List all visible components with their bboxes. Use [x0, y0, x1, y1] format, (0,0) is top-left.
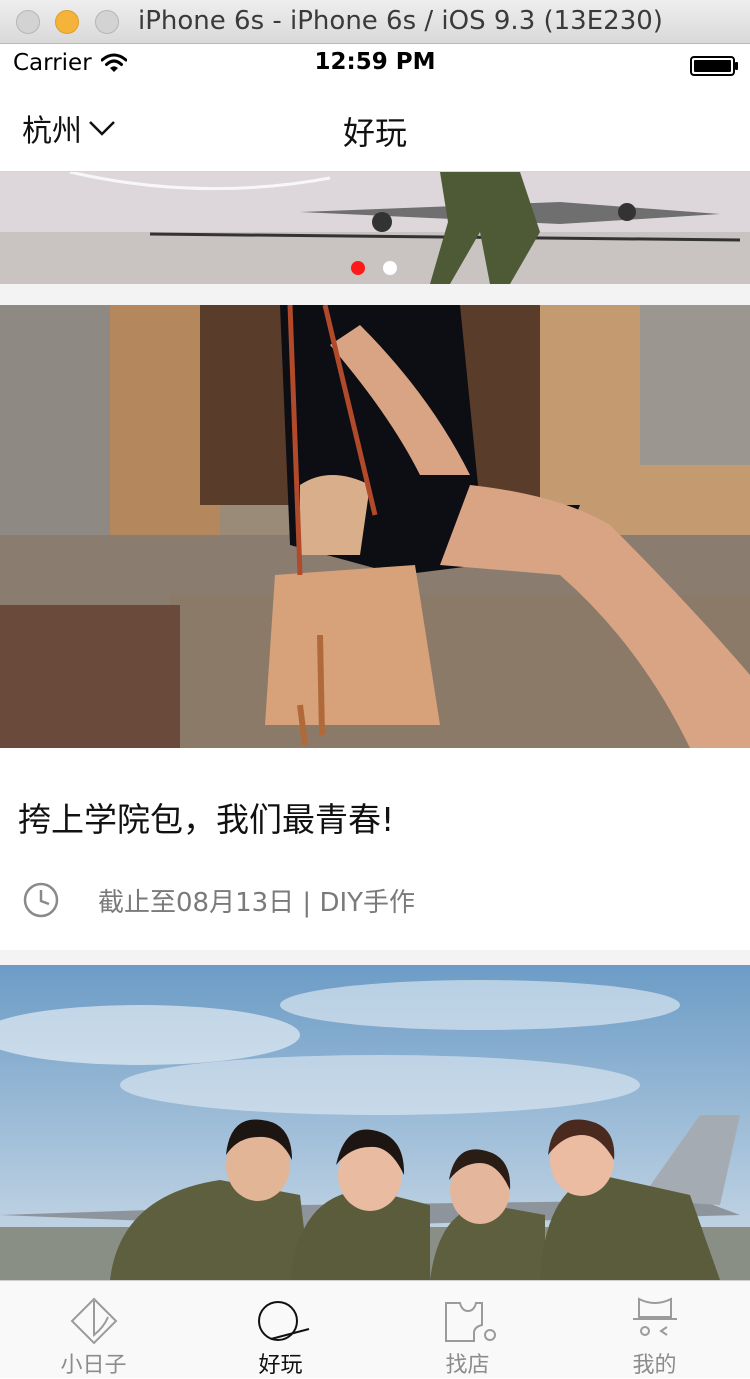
tab-label: 我的	[632, 1353, 677, 1378]
tab-xiaorizi[interactable]: 小日子	[0, 1281, 187, 1379]
page-title: 好玩	[342, 114, 407, 152]
page-dot[interactable]	[383, 261, 397, 275]
window-close-button[interactable]	[16, 10, 40, 34]
page-control[interactable]	[351, 261, 415, 275]
tab-haowan[interactable]: 好玩	[187, 1281, 374, 1379]
circle-swoosh-icon	[257, 1301, 309, 1341]
battery-icon	[690, 56, 738, 76]
activity-card-image	[0, 305, 750, 748]
hat-face-icon	[632, 1297, 677, 1336]
activity-card-image	[0, 965, 750, 1280]
navigation-bar: 杭州 好玩	[0, 86, 750, 172]
tab-wode[interactable]: 我的	[561, 1281, 748, 1379]
activity-deadline-category: 截止至08月13日 | DIY手作	[98, 887, 416, 918]
feed-scroll-view[interactable]: 挎上学院包，我们最青春! 截止至08月13日 | DIY手作	[0, 172, 750, 1280]
activity-card[interactable]: 挎上学院包，我们最青春! 截止至08月13日 | DIY手作	[0, 305, 750, 950]
activity-card[interactable]	[0, 965, 750, 1280]
page-dot-active[interactable]	[351, 261, 365, 275]
tab-label: 好玩	[258, 1353, 303, 1378]
status-bar: Carrier 12:59 PM	[0, 44, 750, 86]
banner-carousel[interactable]	[0, 172, 750, 284]
simulator-title: iPhone 6s - iPhone 6s / iOS 9.3 (13E230)	[138, 6, 663, 36]
puzzle-piece-icon	[444, 1302, 496, 1342]
tab-label: 小日子	[60, 1353, 127, 1378]
tab-zhaodian[interactable]: 找店	[374, 1281, 561, 1379]
activity-title[interactable]: 挎上学院包，我们最青春!	[18, 793, 394, 841]
window-minimize-button[interactable]	[55, 10, 79, 34]
window-zoom-button[interactable]	[95, 10, 119, 34]
activity-meta: 截止至08月13日 | DIY手作	[22, 881, 415, 919]
diamond-pen-icon	[70, 1297, 117, 1345]
clock-icon	[23, 882, 59, 918]
simulator-title-bar: iPhone 6s - iPhone 6s / iOS 9.3 (13E230)	[0, 0, 750, 44]
tab-bar: 小日子 好玩 找店 我的	[0, 1280, 750, 1378]
tab-label: 找店	[445, 1353, 490, 1378]
status-time: 12:59 PM	[314, 49, 436, 75]
